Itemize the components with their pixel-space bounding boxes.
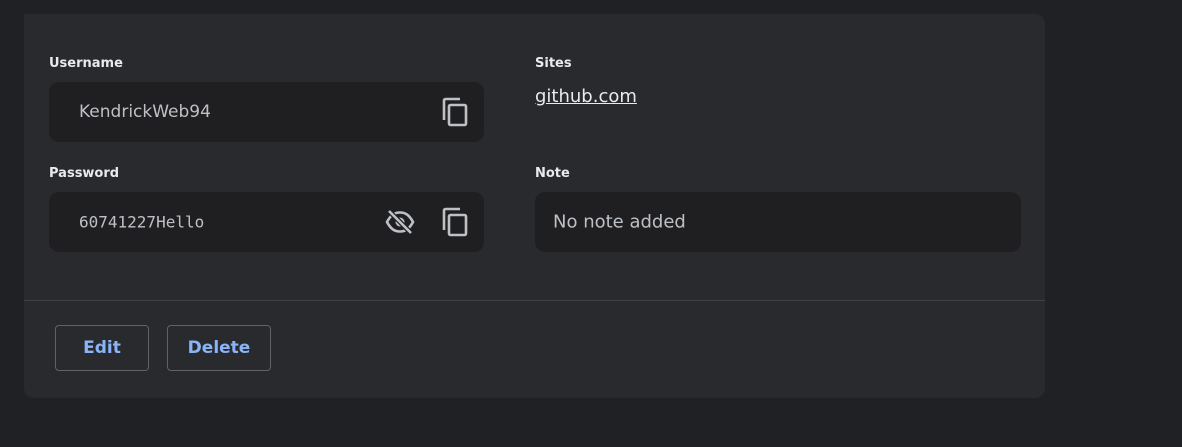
- eye-off-icon: [385, 209, 415, 235]
- delete-button[interactable]: Delete: [167, 325, 271, 371]
- copy-icon: [442, 207, 468, 237]
- username-field: KendrickWeb94: [49, 82, 484, 142]
- password-field: 60741227Hello: [49, 192, 484, 252]
- password-label: Password: [49, 166, 120, 181]
- copy-icon: [442, 97, 468, 127]
- sites-label: Sites: [535, 56, 572, 71]
- site-link[interactable]: github.com: [535, 86, 637, 107]
- note-label: Note: [535, 166, 570, 181]
- note-field: No note added: [535, 192, 1021, 252]
- edit-button[interactable]: Edit: [55, 325, 149, 371]
- divider: [24, 300, 1045, 301]
- password-value: 60741227Hello: [79, 212, 205, 232]
- copy-username-button[interactable]: [439, 96, 471, 128]
- password-details-card: Username KendrickWeb94 Sites github.com …: [24, 14, 1045, 398]
- copy-password-button[interactable]: [439, 206, 471, 238]
- username-value: KendrickWeb94: [79, 102, 211, 122]
- note-value: No note added: [553, 211, 686, 233]
- toggle-password-visibility-button[interactable]: [384, 206, 416, 238]
- username-label: Username: [49, 56, 123, 71]
